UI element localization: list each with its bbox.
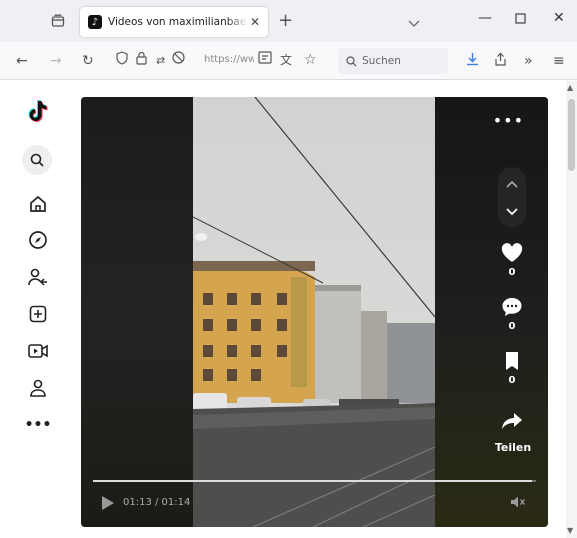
heart-icon	[501, 243, 523, 262]
chevron-up-icon[interactable]	[506, 180, 518, 188]
play-icon[interactable]	[101, 495, 115, 511]
menu-icon[interactable]: ≡	[553, 52, 565, 70]
tiktok-sidebar: •••	[0, 81, 80, 538]
home-icon[interactable]	[26, 192, 50, 216]
back-arrow-icon[interactable]: ←	[16, 52, 28, 70]
bookmark-button[interactable]: 0	[500, 351, 524, 386]
like-button[interactable]: 0	[500, 243, 524, 278]
chevron-down-icon[interactable]	[408, 13, 420, 32]
video-frame[interactable]	[193, 97, 435, 527]
bookmark-star-icon[interactable]: ☆	[304, 51, 317, 69]
comment-count: 0	[508, 321, 516, 332]
scroll-down-icon[interactable]: ▼	[567, 526, 573, 535]
video-nav-pill	[498, 167, 526, 227]
downloads-icon[interactable]	[466, 52, 479, 71]
url-text[interactable]: https://ww	[204, 54, 254, 65]
autoplay-blocked-icon[interactable]	[172, 51, 185, 69]
share-button[interactable]	[500, 411, 524, 435]
progress-fill	[93, 480, 532, 482]
video-player[interactable]: ••• 0 0 0 Teilen 01:13 / 01:14	[81, 97, 548, 527]
profile-icon[interactable]	[26, 376, 50, 400]
share-arrow-icon	[502, 413, 522, 429]
playback-time: 01:13 / 01:14	[123, 497, 191, 508]
tab-list-icon[interactable]	[48, 11, 68, 31]
forward-arrow-icon[interactable]: →	[50, 52, 62, 70]
video-blur-left	[81, 97, 193, 527]
translate-icon[interactable]: 文	[280, 51, 292, 69]
browser-window: ♪ Videos von maximilianbaehring ✕ + — ✕ …	[0, 0, 577, 538]
tracking-shield-icon[interactable]	[116, 51, 128, 70]
search-icon[interactable]	[22, 145, 52, 175]
comment-icon	[502, 298, 522, 316]
progress-bar[interactable]	[93, 480, 536, 482]
page-content: ••• ••• 0 0 0 Teilen 01:13 / 01:14 ▲ ▼	[0, 81, 577, 538]
bookmark-count: 0	[508, 375, 516, 386]
reload-icon[interactable]: ↻	[82, 52, 94, 70]
share-page-icon[interactable]	[494, 52, 507, 71]
navigation-bar: ← → ↻ ⇄ https://ww 文 ☆ Suchen » ≡	[0, 42, 577, 80]
tiktok-logo-icon[interactable]	[26, 99, 50, 123]
share-label[interactable]: Teilen	[488, 441, 538, 454]
search-box[interactable]: Suchen	[338, 48, 448, 74]
minimize-icon[interactable]: —	[478, 10, 492, 26]
browser-tab-active[interactable]: ♪ Videos von maximilianbaehring ✕	[80, 7, 268, 37]
magnifier-icon	[346, 55, 357, 66]
scroll-up-icon[interactable]: ▲	[567, 83, 573, 92]
address-bar[interactable]: ⇄ https://ww 文 ☆	[108, 48, 330, 74]
more-icon[interactable]: •••	[25, 413, 52, 437]
page-scrollbar[interactable]: ▲ ▼	[566, 81, 577, 538]
lock-icon[interactable]	[136, 51, 147, 70]
tiktok-favicon-icon: ♪	[88, 15, 102, 29]
reader-view-icon[interactable]	[258, 51, 272, 69]
permissions-icon[interactable]: ⇄	[156, 52, 165, 70]
explore-compass-icon[interactable]	[26, 228, 50, 252]
tab-title: Videos von maximilianbaehring	[108, 16, 248, 28]
close-window-icon[interactable]: ✕	[553, 10, 565, 26]
more-options-icon[interactable]: •••	[493, 111, 524, 130]
overflow-chevrons-icon[interactable]: »	[524, 52, 533, 70]
new-tab-icon[interactable]: +	[278, 10, 293, 31]
bookmark-icon	[506, 352, 518, 370]
upload-icon[interactable]	[26, 302, 50, 326]
close-tab-icon[interactable]: ✕	[250, 15, 260, 29]
maximize-icon[interactable]	[515, 12, 526, 28]
mute-icon[interactable]	[510, 495, 526, 512]
live-icon[interactable]	[26, 339, 50, 363]
comment-button[interactable]: 0	[500, 297, 524, 332]
video-blur-right	[435, 97, 548, 527]
scroll-thumb[interactable]	[568, 99, 575, 171]
following-icon[interactable]	[26, 265, 50, 289]
tab-strip: ♪ Videos von maximilianbaehring ✕ + — ✕	[0, 0, 577, 42]
like-count: 0	[508, 267, 516, 278]
search-placeholder: Suchen	[362, 55, 401, 67]
chevron-down-icon[interactable]	[506, 208, 518, 216]
